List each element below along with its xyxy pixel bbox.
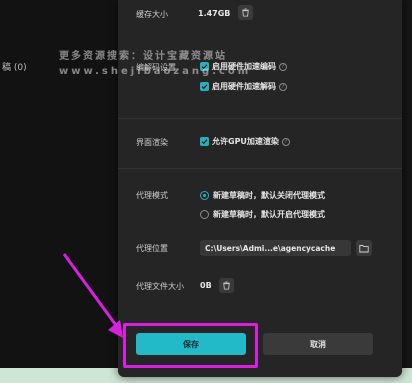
gpu-render-label: 允许GPU加速渲染: [212, 137, 279, 146]
proxy-location-label: 代理位置: [136, 244, 168, 253]
proxy-mode-label: 代理模式: [136, 191, 168, 200]
proxy-on-radio[interactable]: [200, 210, 209, 219]
proxy-size-value: 0B: [200, 281, 212, 290]
check-icon: [201, 84, 208, 90]
gpu-render-option[interactable]: 允许GPU加速渲染 ?: [200, 136, 290, 147]
proxy-size-label: 代理文件大小: [136, 282, 184, 291]
help-icon[interactable]: ?: [279, 82, 287, 91]
watermark: 更多资源搜索：设计宝藏资源站 www.shejibaozang.com: [59, 47, 251, 77]
hw-decode-checkbox[interactable]: [200, 82, 209, 91]
proxy-on-label: 新建草稿时，默认开启代理模式: [213, 210, 325, 219]
help-icon[interactable]: ?: [281, 137, 290, 146]
trash-icon: [223, 281, 230, 290]
cache-size-value: 1.47GB: [198, 9, 231, 18]
help-icon[interactable]: ?: [279, 62, 287, 71]
trash-icon: [242, 8, 249, 17]
watermark-line-2: www.shejibaozang.com: [59, 66, 252, 77]
clear-proxy-button[interactable]: [219, 278, 234, 293]
section-divider: [118, 118, 402, 119]
clear-cache-button[interactable]: [238, 5, 253, 20]
hw-decode-label: 启用硬件加速解码: [212, 82, 276, 91]
proxy-off-radio[interactable]: [200, 191, 209, 200]
watermark-line-1: 更多资源搜索：设计宝藏资源站: [59, 51, 227, 62]
proxy-path-field[interactable]: C:\Users\Admi...e\agencycache: [200, 240, 351, 256]
hw-decode-option[interactable]: 启用硬件加速解码 ?: [200, 81, 287, 92]
section-divider: [118, 168, 402, 169]
draft-count-label: 稿 (0): [2, 63, 27, 73]
save-highlight-box: [123, 323, 258, 368]
cache-size-label: 缓存大小: [136, 10, 168, 19]
pointer-arrow-icon: [62, 253, 123, 338]
check-icon: [201, 139, 208, 145]
proxy-off-option[interactable]: 新建草稿时，默认关闭代理模式: [200, 190, 325, 201]
background-right-strip: [402, 0, 412, 383]
proxy-on-option[interactable]: 新建草稿时，默认开启代理模式: [200, 209, 325, 220]
render-settings-label: 界面渲染: [136, 138, 168, 147]
folder-icon: [359, 244, 369, 252]
browse-folder-button[interactable]: [356, 240, 372, 256]
proxy-off-label: 新建草稿时，默认关闭代理模式: [213, 191, 325, 200]
gpu-render-checkbox[interactable]: [200, 137, 209, 146]
cancel-button[interactable]: 取消: [263, 333, 373, 355]
